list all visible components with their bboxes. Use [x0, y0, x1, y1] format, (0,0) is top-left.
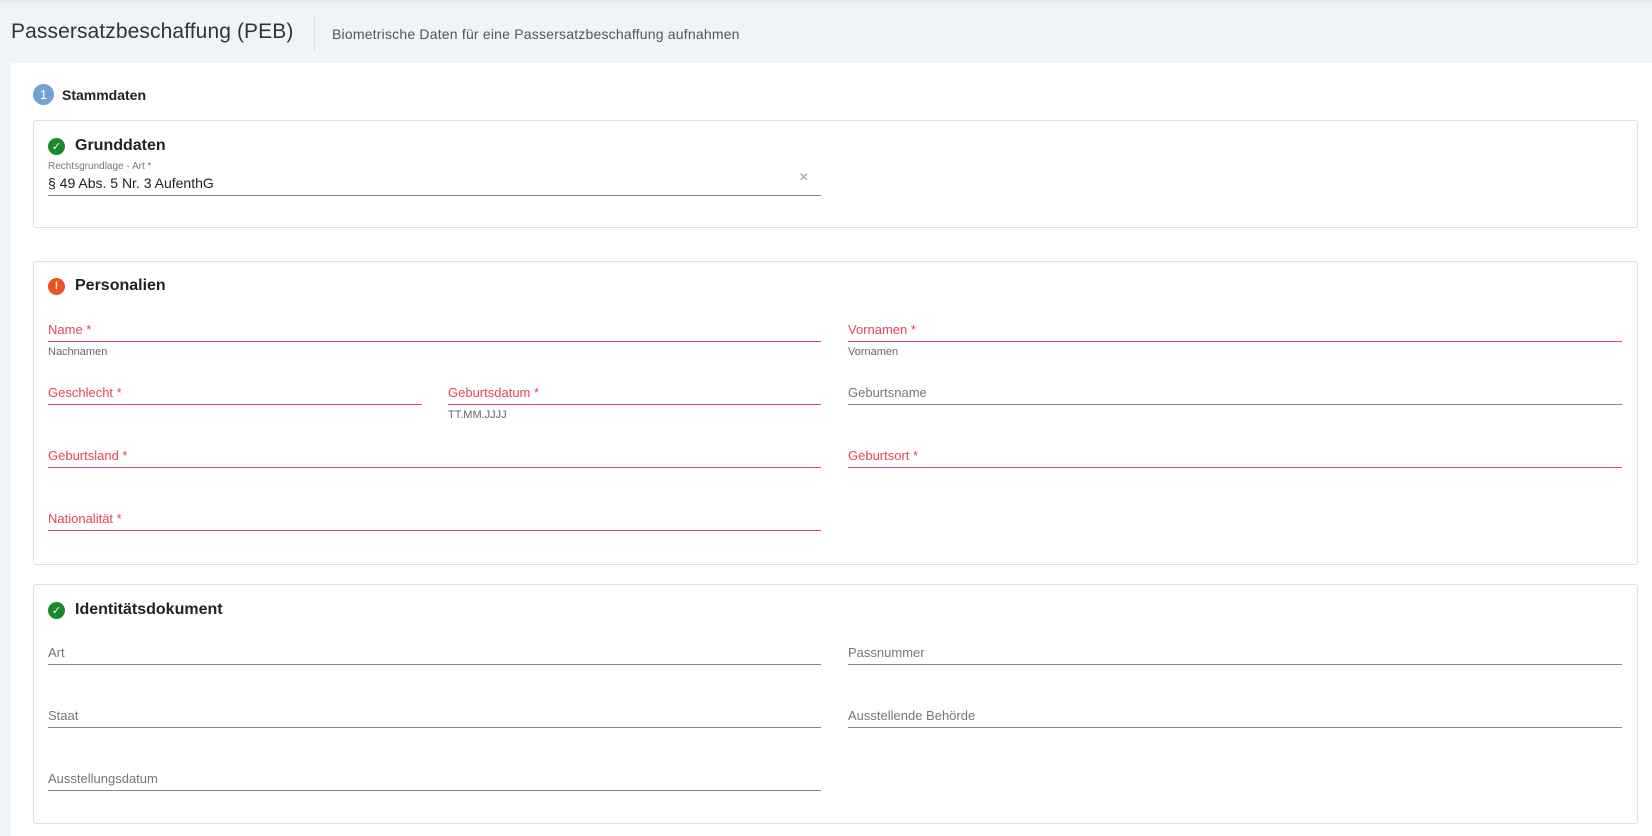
geburtsort-label: Geburtsort *	[848, 448, 919, 463]
vornamen-hint: Vornamen	[848, 346, 899, 358]
staat-label: Staat	[48, 708, 79, 723]
field-underline	[48, 790, 821, 791]
field-underline	[48, 404, 422, 405]
header-divider	[314, 15, 315, 51]
close-icon[interactable]: ×	[799, 169, 808, 187]
ausstellungsdatum-field[interactable]: Ausstellungsdatum	[48, 771, 821, 793]
nationalitaet-label: Nationalität *	[48, 511, 122, 526]
card-personalien: ! Personalien Name * Nachnamen Vornamen …	[33, 261, 1638, 565]
geburtsdatum-field[interactable]: Geburtsdatum * TT.MM.JJJJ	[448, 385, 821, 425]
field-underline	[48, 530, 821, 531]
geschlecht-field[interactable]: Geschlecht *	[48, 385, 422, 407]
behoerde-field[interactable]: Ausstellende Behörde	[848, 708, 1622, 730]
field-underline	[48, 195, 821, 196]
field-underline	[48, 341, 821, 342]
section-title: Identitätsdokument	[75, 601, 223, 618]
geburtsdatum-label: Geburtsdatum *	[448, 385, 540, 400]
field-underline	[48, 664, 821, 665]
field-underline	[848, 727, 1622, 728]
rechtsgrundlage-select[interactable]: § 49 Abs. 5 Nr. 3 AufenthG ×	[48, 169, 821, 196]
card-identitaetsdokument: ✓ Identitätsdokument Art Passnummer Staa…	[33, 584, 1638, 824]
passnummer-label: Passnummer	[848, 645, 925, 660]
art-field[interactable]: Art	[48, 645, 821, 667]
ausstellungsdatum-label: Ausstellungsdatum	[48, 771, 158, 786]
field-underline	[848, 404, 1622, 405]
geburtsland-label: Geburtsland *	[48, 448, 128, 463]
rechtsgrundlage-value: § 49 Abs. 5 Nr. 3 AufenthG	[48, 175, 214, 191]
behoerde-label: Ausstellende Behörde	[848, 708, 976, 723]
geburtsname-field[interactable]: Geburtsname	[848, 385, 1622, 407]
page-header: Passersatzbeschaffung (PEB) Biometrische…	[0, 0, 1652, 63]
check-circle-icon: ✓	[48, 137, 65, 155]
name-label: Name *	[48, 322, 92, 337]
step-label: Stammdaten	[62, 86, 147, 103]
card-title-personalien: ! Personalien	[48, 277, 166, 295]
section-title: Grunddaten	[75, 137, 166, 154]
field-underline	[48, 467, 821, 468]
main-content: 1 Stammdaten ✓ Grunddaten Rechtsgrundlag…	[11, 63, 1652, 836]
card-title-grunddaten: ✓ Grunddaten	[48, 137, 166, 155]
alert-circle-icon: !	[48, 277, 65, 295]
step-stammdaten[interactable]: 1 Stammdaten	[33, 84, 146, 105]
field-underline	[48, 727, 821, 728]
geburtsort-field[interactable]: Geburtsort *	[848, 448, 1622, 470]
rechtsgrundlage-label: Rechtsgrundlage - Art *	[48, 161, 152, 172]
field-underline	[848, 467, 1622, 468]
staat-field[interactable]: Staat	[48, 708, 821, 730]
nationalitaet-field[interactable]: Nationalität *	[48, 511, 821, 533]
card-title-identitaetsdokument: ✓ Identitätsdokument	[48, 601, 223, 619]
passnummer-field[interactable]: Passnummer	[848, 645, 1622, 667]
page-subtitle: Biometrische Daten für eine Passersatzbe…	[332, 26, 740, 42]
card-grunddaten: ✓ Grunddaten Rechtsgrundlage - Art * § 4…	[33, 120, 1638, 228]
art-label: Art	[48, 645, 65, 660]
vornamen-field[interactable]: Vornamen * Vornamen	[848, 322, 1622, 362]
step-number-badge: 1	[33, 84, 54, 105]
geburtsland-field[interactable]: Geburtsland *	[48, 448, 821, 470]
geburtsdatum-hint: TT.MM.JJJJ	[448, 409, 507, 421]
geburtsname-label: Geburtsname	[848, 385, 927, 400]
vornamen-label: Vornamen *	[848, 322, 916, 337]
section-title: Personalien	[75, 277, 166, 294]
geschlecht-label: Geschlecht *	[48, 385, 122, 400]
name-field[interactable]: Name * Nachnamen	[48, 322, 821, 362]
name-hint: Nachnamen	[48, 346, 108, 358]
field-underline	[848, 664, 1622, 665]
check-circle-icon: ✓	[48, 601, 65, 619]
page-title: Passersatzbeschaffung (PEB)	[11, 20, 294, 43]
field-underline	[448, 404, 821, 405]
field-underline	[848, 341, 1622, 342]
